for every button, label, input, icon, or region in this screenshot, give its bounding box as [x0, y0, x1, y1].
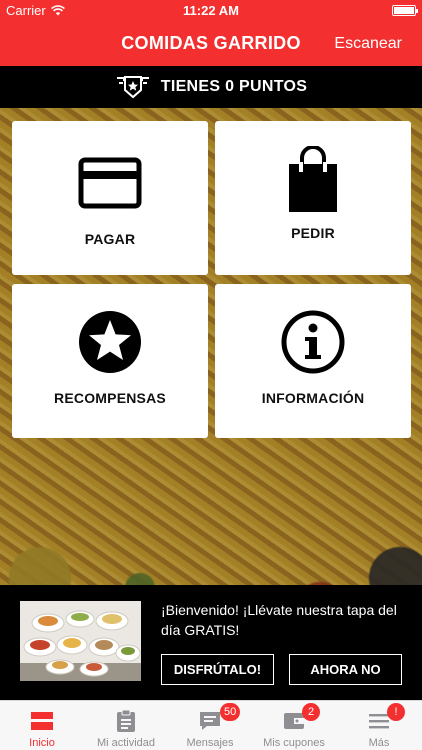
tapas-photo [20, 601, 141, 681]
info-tile-label: INFORMACIÓN [261, 390, 365, 406]
food-background: PAGAR PEDIR RECOMPENSAS INFORMACIÓN [0, 108, 422, 585]
pay-tile[interactable]: PAGAR [12, 121, 208, 275]
status-bar: Carrier 11:22 AM [0, 0, 422, 22]
tab-activity[interactable]: Mi actividad [84, 701, 168, 750]
enjoy-button[interactable]: DISFRÚTALO! [161, 654, 274, 685]
tab-coupons[interactable]: 2 Mis cupones [252, 701, 336, 750]
credit-card-icon [78, 157, 142, 209]
rewards-tile-label: RECOMPENSAS [54, 390, 166, 406]
coupons-badge: 2 [302, 703, 320, 721]
points-label: TIENES 0 PUNTOS [160, 78, 308, 95]
clipboard-icon [117, 709, 135, 732]
tab-home[interactable]: Inicio [0, 701, 84, 750]
promo-banner: ¡Bienvenido! ¡Llévate nuestra tapa del d… [0, 585, 422, 700]
tab-bar: Inicio Mi actividad 50 Mensajes 2 Mis cu… [0, 700, 422, 750]
promo-message: ¡Bienvenido! ¡Llévate nuestra tapa del d… [161, 602, 397, 638]
points-banner: TIENES 0 PUNTOS [0, 66, 422, 108]
pay-tile-label: PAGAR [84, 231, 136, 247]
chat-icon [200, 712, 220, 730]
order-tile-label: PEDIR [291, 225, 335, 241]
star-circle-icon [79, 311, 141, 373]
info-circle-icon [281, 310, 345, 374]
scan-button[interactable]: Escanear [334, 35, 402, 53]
not-now-button[interactable]: AHORA NO [289, 654, 402, 685]
info-tile[interactable]: INFORMACIÓN [215, 284, 411, 438]
more-badge: ! [387, 703, 405, 721]
tab-more[interactable]: ! Más [336, 701, 422, 750]
tab-coupons-label: Mis cupones [263, 737, 325, 749]
clock: 11:22 AM [183, 3, 239, 18]
messages-badge: 50 [220, 703, 241, 721]
battery-icon [392, 5, 418, 16]
home-icon [31, 712, 53, 730]
tab-messages[interactable]: 50 Mensajes [168, 701, 252, 750]
tab-messages-label: Mensajes [186, 737, 234, 749]
navigation-bar: COMIDAS GARRIDO Escanear [0, 22, 422, 66]
rank-badge-icon [116, 76, 149, 99]
order-tile[interactable]: PEDIR [215, 121, 411, 275]
rewards-tile[interactable]: RECOMPENSAS [12, 284, 208, 438]
shopping-bag-icon [289, 146, 337, 212]
tab-more-label: Más [368, 737, 390, 749]
tab-home-label: Inicio [29, 737, 55, 749]
tab-activity-label: Mi actividad [96, 737, 156, 749]
